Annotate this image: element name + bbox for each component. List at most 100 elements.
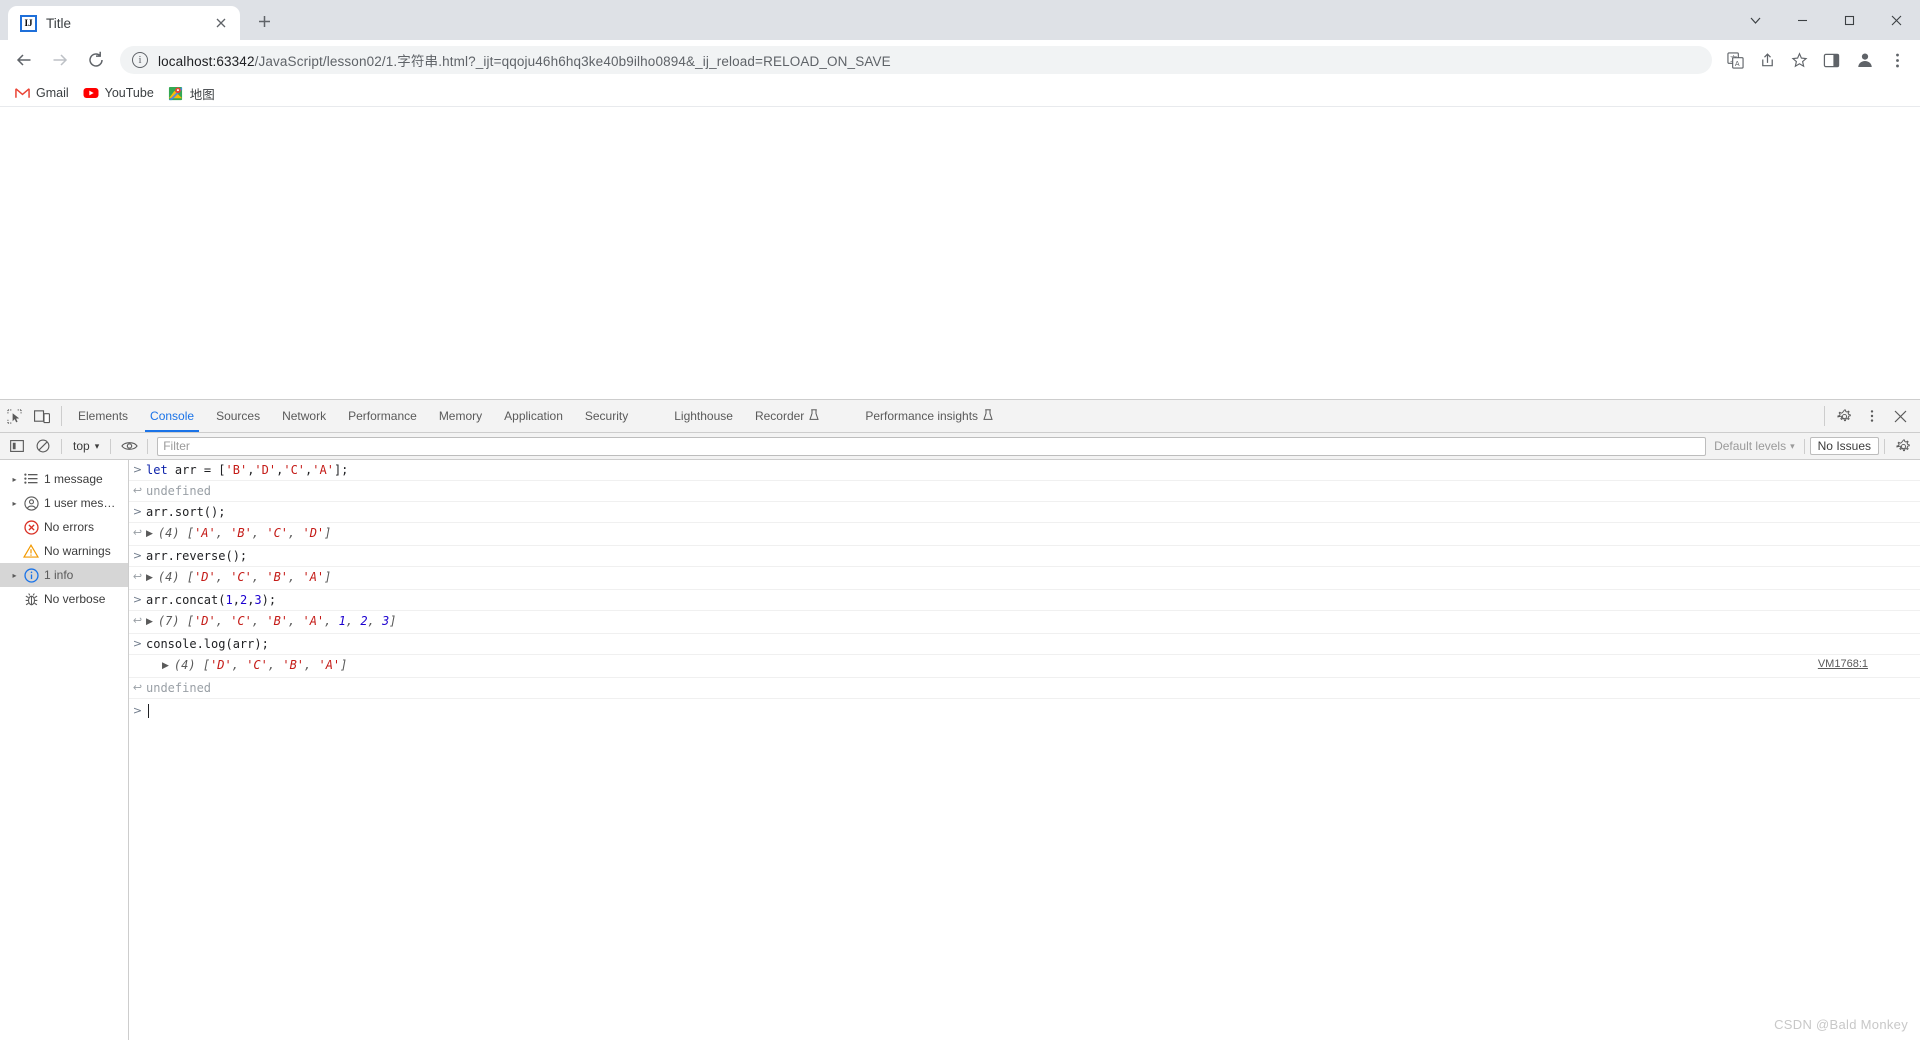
sidebar-item-user-messages[interactable]: ▸ 1 user mes… — [0, 491, 128, 515]
token: , — [288, 614, 303, 628]
expand-triangle-icon[interactable]: ▶ — [146, 614, 153, 630]
sidebar-item-warnings[interactable]: No warnings — [0, 539, 128, 563]
console-line-text: undefined — [146, 483, 1920, 499]
back-button-icon[interactable] — [8, 44, 40, 76]
gmail-icon — [14, 85, 30, 101]
token: 'A' — [194, 526, 216, 540]
profile-avatar-icon[interactable] — [1850, 45, 1880, 75]
side-panel-icon[interactable] — [1816, 45, 1846, 75]
tab-console[interactable]: Console — [139, 400, 205, 432]
filter-input-wrapper[interactable] — [157, 436, 1707, 456]
token: [ — [186, 570, 195, 584]
inspect-element-icon[interactable] — [0, 400, 28, 432]
chevron-right-icon[interactable]: ▸ — [8, 571, 21, 580]
sidebar-toggle-icon[interactable] — [4, 435, 30, 458]
intellij-favicon-icon: IJ — [20, 14, 37, 32]
browser-window: IJ Title i localhost:63342/JavaScript/le… — [0, 0, 1920, 1040]
sidebar-item-label: 1 message — [44, 472, 103, 486]
bug-icon — [21, 592, 41, 607]
more-vertical-icon[interactable] — [1858, 400, 1886, 432]
console-output[interactable]: > let arr = ['B','D','C','A']; ↩ undefined >… — [129, 460, 1920, 1040]
issues-button[interactable]: No Issues — [1809, 437, 1879, 455]
tab-application[interactable]: Application — [493, 400, 574, 432]
token: 1 — [338, 614, 346, 628]
token: = [ — [196, 463, 226, 477]
list-icon — [21, 473, 41, 485]
expand-triangle-icon[interactable]: ▶ — [146, 570, 153, 586]
site-info-icon[interactable]: i — [132, 52, 148, 68]
tab-performance-insights[interactable]: Performance insights — [854, 400, 1004, 432]
source-location-link[interactable]: VM1768:1 — [1818, 658, 1868, 670]
bookmark-maps[interactable]: 地图 — [164, 82, 223, 104]
new-tab-button[interactable] — [247, 4, 281, 38]
chevron-right-icon[interactable]: ▸ — [8, 475, 21, 484]
sidebar-item-errors[interactable]: No errors — [0, 515, 128, 539]
console-settings-icon[interactable] — [1890, 435, 1916, 458]
tab-security[interactable]: Security — [574, 400, 639, 432]
toolbar-divider — [61, 406, 62, 426]
reload-button-icon[interactable] — [80, 44, 112, 76]
tab-search-chevron-icon[interactable] — [1732, 0, 1779, 40]
token: 'C' — [283, 463, 306, 477]
experiment-flask-icon — [809, 408, 820, 424]
tab-memory[interactable]: Memory — [428, 400, 493, 432]
output-marker-icon: ↩ — [132, 484, 143, 497]
expand-triangle-icon[interactable]: ▶ — [146, 526, 153, 542]
tab-recorder[interactable]: Recorder — [744, 400, 830, 432]
token: (4) — [173, 658, 203, 672]
token: 'C' — [246, 658, 268, 672]
token: 'C' — [230, 570, 252, 584]
devtools-tabbar-actions — [1819, 400, 1920, 432]
sidebar-item-verbose[interactable]: No verbose — [0, 587, 128, 611]
console-line-log: ▶ (4) ['D', 'C', 'B', 'A'] VM1768:1 — [129, 655, 1920, 678]
console-prompt[interactable]: > — [129, 699, 1920, 720]
tab-performance[interactable]: Performance — [337, 400, 428, 432]
expand-triangle-icon[interactable]: ▶ — [162, 658, 169, 674]
minimize-window-icon[interactable] — [1779, 0, 1826, 40]
token: ]; — [333, 463, 349, 477]
bookmark-label: Gmail — [36, 86, 69, 100]
browser-tab[interactable]: IJ Title — [8, 6, 240, 40]
translate-icon[interactable]: 文 A — [1720, 45, 1750, 75]
console-line-output: ↩ undefined — [129, 481, 1920, 502]
token: 'D' — [302, 526, 325, 540]
execution-context-selector[interactable]: top ▾ — [67, 439, 105, 453]
token: console.log(arr); — [146, 637, 269, 651]
close-tab-icon[interactable] — [210, 12, 232, 34]
sidebar-item-messages[interactable]: ▸ 1 message — [0, 467, 128, 491]
console-sidebar: ▸ 1 message ▸ 1 user mes… No errors No w… — [0, 460, 129, 1040]
bookmark-gmail[interactable]: Gmail — [10, 82, 77, 104]
settings-gear-icon[interactable] — [1830, 400, 1858, 432]
token: , — [231, 658, 247, 672]
token: 'A' — [302, 570, 325, 584]
log-levels-selector[interactable]: Default levels ▾ — [1710, 439, 1799, 453]
close-devtools-icon[interactable] — [1886, 400, 1914, 432]
tab-network[interactable]: Network — [271, 400, 337, 432]
tab-elements[interactable]: Elements — [67, 400, 139, 432]
forward-button-icon[interactable] — [44, 44, 76, 76]
eye-icon[interactable] — [116, 435, 142, 458]
clear-console-icon[interactable] — [30, 435, 56, 458]
console-line-text: ▶ (4) ['D', 'C', 'B', 'A'] — [146, 657, 1920, 675]
tab-sources[interactable]: Sources — [205, 400, 271, 432]
device-toolbar-icon[interactable] — [28, 400, 56, 432]
share-icon[interactable] — [1752, 45, 1782, 75]
sidebar-item-info[interactable]: ▸ 1 info — [0, 563, 128, 587]
token: arr — [174, 463, 197, 477]
chevron-right-icon[interactable]: ▸ — [8, 499, 21, 508]
token: [ — [202, 658, 211, 672]
bookmark-star-icon[interactable] — [1784, 45, 1814, 75]
close-window-icon[interactable] — [1873, 0, 1920, 40]
maximize-window-icon[interactable] — [1826, 0, 1873, 40]
tab-label: Recorder — [754, 409, 805, 423]
more-menu-icon[interactable] — [1882, 45, 1912, 75]
devtools-tabs: Elements Console Sources Network Perform… — [67, 400, 1819, 432]
filter-input[interactable] — [163, 439, 1701, 453]
console-body: ▸ 1 message ▸ 1 user mes… No errors No w… — [0, 460, 1920, 1040]
tab-lighthouse[interactable]: Lighthouse — [663, 400, 744, 432]
token: 3 — [254, 593, 262, 607]
token: arr.concat( — [146, 593, 226, 607]
bookmark-youtube[interactable]: YouTube — [79, 82, 162, 104]
levels-label: Default levels — [1714, 439, 1787, 453]
address-bar[interactable]: i localhost:63342/JavaScript/lesson02/1.… — [120, 46, 1712, 74]
